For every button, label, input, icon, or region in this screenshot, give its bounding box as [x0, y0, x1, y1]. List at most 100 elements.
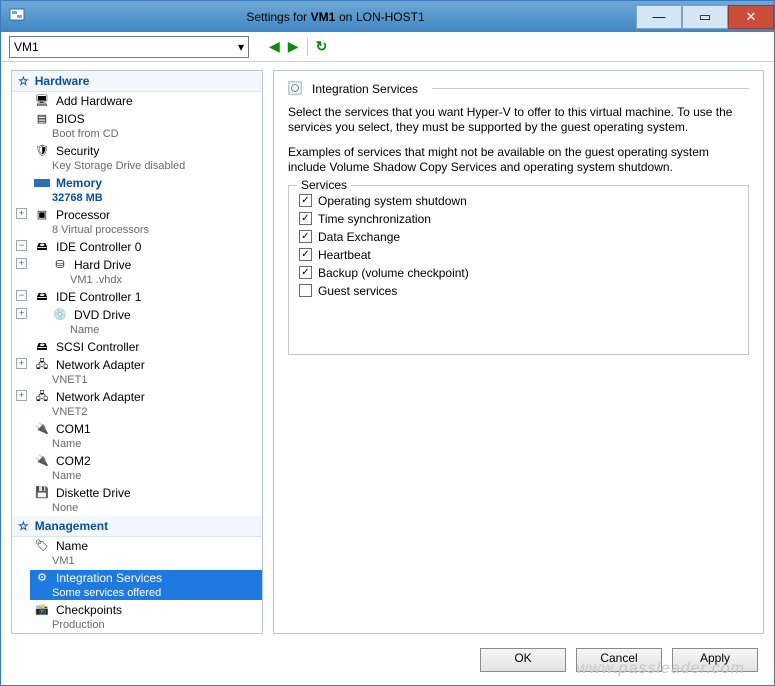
tree-ide0[interactable]: − 🖴IDE Controller 0 — [12, 238, 262, 256]
panel-description: Select the services that you want Hyper-… — [288, 105, 749, 135]
tree-hard-drive-sub: VM1 .vhdx — [48, 273, 262, 287]
checkpoints-icon: 📸 — [34, 603, 50, 617]
com-port-icon: 🔌 — [34, 454, 50, 468]
service-row: Data Exchange — [299, 228, 738, 246]
maximize-button[interactable]: ▭ — [682, 5, 728, 29]
hardware-header: ☆ Hardware — [12, 71, 262, 92]
tree-security[interactable]: 🛡Security Key Storage Drive disabled — [12, 142, 262, 174]
service-row: Time synchronization — [299, 210, 738, 228]
services-list: Operating system shutdown Time synchroniz… — [299, 192, 738, 300]
tree-hard-drive[interactable]: + ⛁Hard Drive VM1 .vhdx — [12, 256, 262, 288]
hardware-header-label: Hardware — [35, 74, 90, 88]
tree-com1[interactable]: 🔌COM1 Name — [12, 420, 262, 452]
add-hardware-icon: 🖥 — [34, 94, 50, 108]
expand-icon[interactable]: + — [16, 308, 27, 319]
collapse-icon[interactable]: − — [16, 290, 27, 301]
processor-icon: ▣ — [34, 208, 50, 222]
service-row: Operating system shutdown — [299, 192, 738, 210]
minimize-button[interactable]: — — [636, 5, 682, 29]
management-header-label: Management — [35, 519, 108, 533]
dvd-icon: 💿 — [52, 308, 68, 322]
service-label: Backup (volume checkpoint) — [318, 266, 469, 280]
window-title: Settings for VM1 on LON-HOST1 — [35, 9, 636, 24]
dialog-buttons: OK Cancel Apply — [1, 642, 774, 685]
network-icon: 🖧 — [34, 390, 50, 404]
chevron-down-icon: ▾ — [238, 40, 244, 54]
com-port-icon: 🔌 — [34, 422, 50, 436]
panel-header-line — [432, 88, 749, 89]
service-checkbox[interactable] — [299, 194, 312, 207]
tree-nic2-sub: VNET2 — [30, 405, 262, 419]
service-checkbox[interactable] — [299, 230, 312, 243]
tree-add-hardware[interactable]: 🖥Add Hardware — [12, 92, 262, 110]
tree-name[interactable]: 🏷Name VM1 — [12, 537, 262, 569]
service-checkbox[interactable] — [299, 248, 312, 261]
collapse-icon[interactable]: − — [16, 240, 27, 251]
scsi-icon: 🖴 — [34, 340, 50, 354]
refresh-button[interactable]: ↻ — [316, 38, 328, 55]
tree-processor[interactable]: + ▣Processor 8 Virtual processors — [12, 206, 262, 238]
expand-icon[interactable]: + — [16, 358, 27, 369]
tree-diskette-sub: None — [30, 501, 262, 515]
tree-bios-sub: Boot from CD — [30, 127, 262, 141]
service-row: Backup (volume checkpoint) — [299, 264, 738, 282]
management-header: ☆ Management — [12, 516, 262, 537]
ok-button[interactable]: OK — [480, 648, 566, 672]
nav-icons: ◀ ▶ ↻ — [257, 38, 327, 56]
tree-bios[interactable]: ▤BIOS Boot from CD — [12, 110, 262, 142]
tree-name-sub: VM1 — [30, 554, 262, 568]
tree-diskette[interactable]: 💾Diskette Drive None — [12, 484, 262, 516]
app-icon — [9, 7, 29, 27]
tree-checkpoints-sub: Production — [30, 618, 262, 632]
service-label: Operating system shutdown — [318, 194, 467, 208]
tree-integration-sub: Some services offered — [30, 586, 262, 600]
apply-button[interactable]: Apply — [672, 648, 758, 672]
tree-integration-services[interactable]: ⚙Integration Services Some services offe… — [12, 569, 262, 601]
management-icon: ☆ — [18, 519, 29, 533]
tree-nic1-sub: VNET1 — [30, 373, 262, 387]
title-bar: Settings for VM1 on LON-HOST1 — ▭ ✕ — [1, 1, 774, 32]
hard-drive-icon: ⛁ — [52, 258, 68, 272]
title-prefix: Settings for — [246, 10, 307, 24]
name-icon: 🏷 — [34, 539, 50, 553]
vm-selector[interactable]: VM1 ▾ — [9, 36, 249, 58]
tree-ide1[interactable]: − 🖴IDE Controller 1 — [12, 288, 262, 306]
expand-icon[interactable]: + — [16, 390, 27, 401]
tree-checkpoints[interactable]: 📸Checkpoints Production — [12, 601, 262, 633]
tree-com1-sub: Name — [30, 437, 262, 451]
next-button[interactable]: ▶ — [288, 38, 299, 55]
toolbar: VM1 ▾ ◀ ▶ ↻ — [1, 32, 774, 62]
tree-memory[interactable]: Memory 32768 MB — [12, 174, 262, 206]
services-group: Services Operating system shutdownTime s… — [288, 185, 749, 355]
security-icon: 🛡 — [34, 144, 50, 158]
tree-com2[interactable]: 🔌COM2 Name — [12, 452, 262, 484]
cancel-button[interactable]: Cancel — [576, 648, 662, 672]
settings-window: Settings for VM1 on LON-HOST1 — ▭ ✕ VM1 … — [0, 0, 775, 686]
previous-button[interactable]: ◀ — [269, 38, 280, 55]
tree-scroll[interactable]: ☆ Hardware 🖥Add Hardware ▤BIOS Boot from… — [12, 71, 262, 633]
memory-icon — [34, 179, 50, 187]
controller-icon: 🖴 — [34, 290, 50, 304]
tree-nic1[interactable]: + 🖧Network Adapter VNET1 — [12, 356, 262, 388]
bios-icon: ▤ — [34, 112, 50, 126]
tree-scsi[interactable]: 🖴SCSI Controller — [12, 338, 262, 356]
service-label: Time synchronization — [318, 212, 431, 226]
service-label: Heartbeat — [318, 248, 371, 262]
tree-dvd-drive[interactable]: + 💿DVD Drive Name — [12, 306, 262, 338]
panel-note: Examples of services that might not be a… — [288, 145, 749, 175]
close-button[interactable]: ✕ — [728, 5, 774, 29]
services-legend: Services — [297, 178, 351, 192]
details-panel: Integration Services Select the services… — [273, 70, 764, 634]
service-checkbox[interactable] — [299, 284, 312, 297]
service-checkbox[interactable] — [299, 212, 312, 225]
tree-memory-sub: 32768 MB — [30, 191, 262, 205]
service-checkbox[interactable] — [299, 266, 312, 279]
expand-icon[interactable]: + — [16, 258, 27, 269]
settings-tree: ☆ Hardware 🖥Add Hardware ▤BIOS Boot from… — [11, 70, 263, 634]
title-vm: VM1 — [311, 10, 336, 24]
expand-icon[interactable]: + — [16, 208, 27, 219]
title-host-prefix: on — [339, 10, 352, 24]
tree-nic2[interactable]: + 🖧Network Adapter VNET2 — [12, 388, 262, 420]
service-label: Data Exchange — [318, 230, 400, 244]
title-host: LON-HOST1 — [356, 10, 425, 24]
